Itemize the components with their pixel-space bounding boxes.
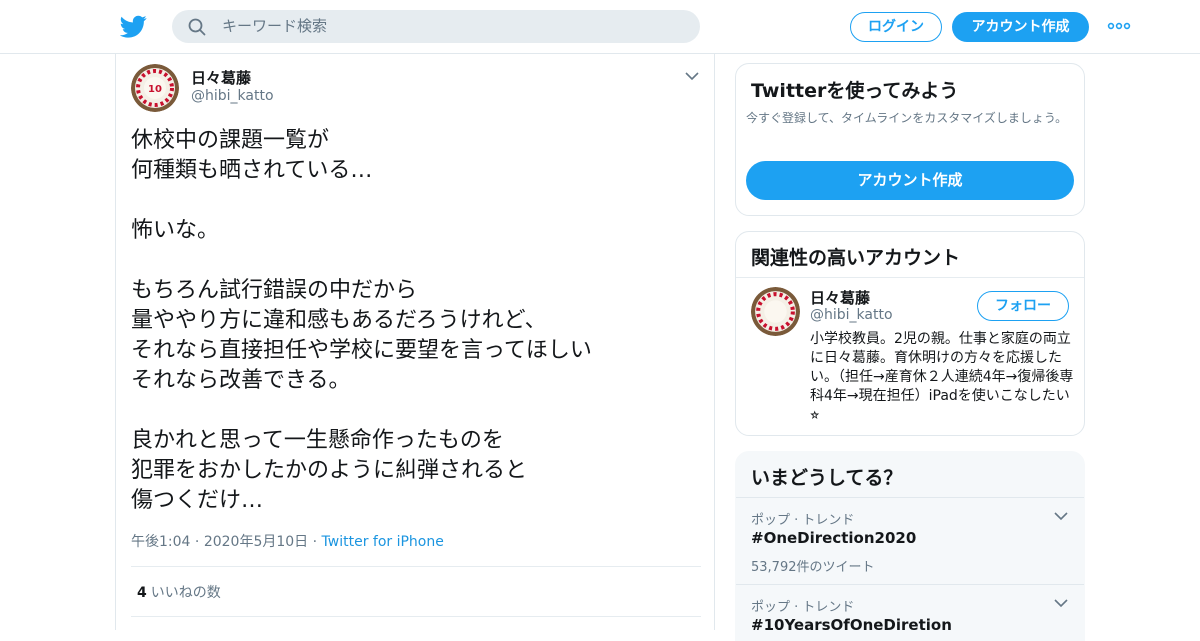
trend-context: ポップ · トレンド <box>751 513 855 528</box>
chevron-down-icon[interactable] <box>684 70 700 82</box>
avatar[interactable]: 10 <box>131 64 179 112</box>
cake-avatar-image <box>751 287 800 336</box>
chevron-down-icon[interactable] <box>1054 511 1068 521</box>
top-navigation: ログイン アカウント作成 <box>0 0 1200 54</box>
more-menu-icon[interactable] <box>1107 18 1131 34</box>
chevron-down-icon[interactable] <box>1054 598 1068 608</box>
search-input[interactable] <box>222 10 682 43</box>
tweet-time[interactable]: 午後1:04 <box>131 534 190 550</box>
likes-count[interactable]: 4 いいねの数 <box>137 582 221 602</box>
search-bar[interactable] <box>172 10 700 43</box>
trend-item[interactable]: ポップ · トレンド #OneDirection2020 53,792件のツイー… <box>736 497 1084 584</box>
account-handle[interactable]: @hibi_katto <box>810 307 893 323</box>
signup-card-title: Twitterを使ってみよう <box>751 80 959 102</box>
likes-label: いいねの数 <box>150 585 221 601</box>
divider <box>736 277 1084 278</box>
likes-number: 4 <box>137 585 147 601</box>
trend-name[interactable]: #OneDirection2020 <box>751 529 916 547</box>
related-accounts-card: 関連性の高いアカウント 日々葛藤 @hibi_katto フォロー 小学校教員。… <box>735 231 1085 436</box>
signup-card: Twitterを使ってみよう 今すぐ登録して、タイムラインをカスタマイズしましょ… <box>735 63 1085 216</box>
divider <box>131 566 701 567</box>
tweet-date[interactable]: 2020年5月10日 <box>204 534 308 550</box>
tweet-source-link[interactable]: Twitter for iPhone <box>322 534 444 550</box>
tweet-detail: 10 日々葛藤 @hibi_katto 休校中の課題一覧が 何種類も晒されている… <box>115 54 715 630</box>
avatar-text: 10 <box>148 84 162 95</box>
trends-card: いまどうしてる？ ポップ · トレンド #OneDirection2020 53… <box>735 451 1085 641</box>
login-button[interactable]: ログイン <box>850 12 942 42</box>
account-bio: 小学校教員。2児の親。仕事と家庭の両立に日々葛藤。育休明けの方々を応援したい。（… <box>810 331 1074 423</box>
avatar[interactable] <box>751 287 800 336</box>
trends-title: いまどうしてる？ <box>751 467 903 489</box>
create-account-button[interactable]: アカウント作成 <box>746 161 1074 200</box>
trend-item[interactable]: ポップ · トレンド #10YearsOfOneDiretion <box>736 584 1084 640</box>
trend-context: ポップ · トレンド <box>751 600 855 615</box>
cake-avatar-image: 10 <box>131 64 179 112</box>
divider <box>131 616 701 617</box>
twitter-bird-icon[interactable] <box>120 13 147 40</box>
account-name[interactable]: 日々葛藤 <box>810 287 870 308</box>
tweet-metadata: 午後1:04 · 2020年5月10日 · Twitter for iPhone <box>131 531 444 551</box>
related-accounts-title: 関連性の高いアカウント <box>751 247 961 269</box>
author-name[interactable]: 日々葛藤 <box>191 67 251 88</box>
trend-name[interactable]: #10YearsOfOneDiretion <box>751 616 952 634</box>
signup-card-description: 今すぐ登録して、タイムラインをカスタマイズしましょう。 <box>746 111 1068 125</box>
separator-dot: · <box>194 534 204 550</box>
signup-button[interactable]: アカウント作成 <box>952 12 1089 42</box>
follow-button[interactable]: フォロー <box>977 291 1069 321</box>
tweet-text: 休校中の課題一覧が 何種類も晒されている… 怖いな。 もちろん試行錯誤の中だから… <box>131 128 592 513</box>
author-handle[interactable]: @hibi_katto <box>191 88 274 104</box>
search-icon <box>188 18 206 36</box>
separator-dot: · <box>312 534 322 550</box>
trend-tweet-count: 53,792件のツイート <box>751 560 875 575</box>
